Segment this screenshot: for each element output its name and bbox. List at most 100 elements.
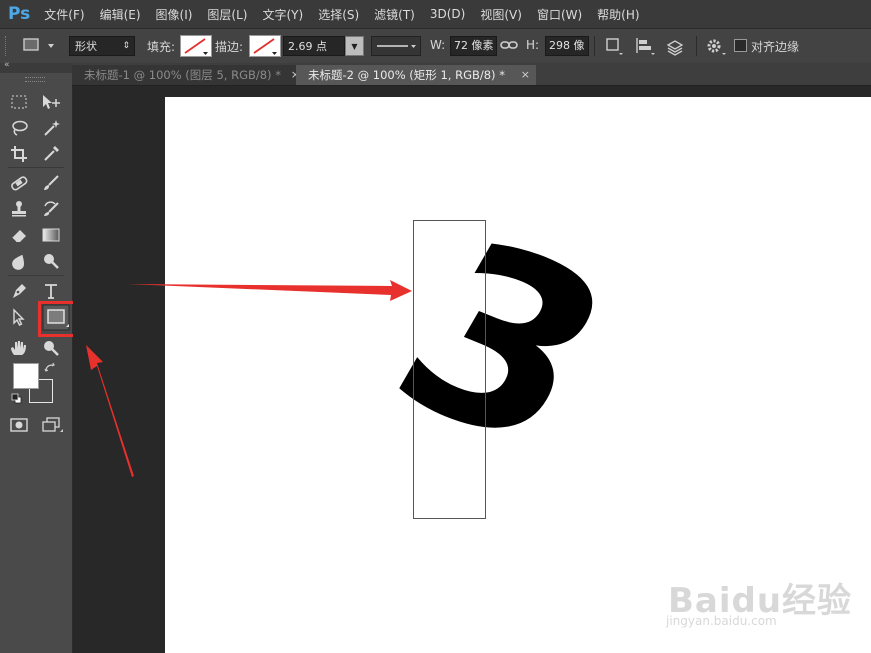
menu-type[interactable]: 文字(Y) <box>262 6 303 23</box>
type-icon <box>45 284 57 299</box>
swap-arrows-icon <box>44 362 55 372</box>
lasso-icon <box>12 120 28 136</box>
rotated-3-glyph[interactable]: 3 <box>352 188 654 502</box>
divider <box>8 275 64 276</box>
menu-file[interactable]: 文件(F) <box>44 6 84 23</box>
menu-filter[interactable]: 滤镜(T) <box>374 6 415 23</box>
stroke-width-dropdown[interactable]: ▼ <box>345 36 364 56</box>
magnifier-icon <box>44 341 59 356</box>
tools-grip[interactable] <box>25 77 45 82</box>
path-operations-button[interactable] <box>603 35 625 57</box>
history-brush-icon <box>44 201 59 216</box>
menu-3d[interactable]: 3D(D) <box>430 7 465 21</box>
link-icon <box>500 41 518 49</box>
stamp-icon <box>12 201 26 217</box>
hand-tool[interactable] <box>9 338 29 358</box>
document-tabs: 未标题-1 @ 100% (图层 5, RGB/8) * × 未标题-2 @ 1… <box>72 63 871 86</box>
dodge-icon <box>44 254 59 269</box>
path-selection-tool[interactable] <box>9 307 29 327</box>
stroke-type-select[interactable] <box>371 36 421 56</box>
brush-tool[interactable] <box>41 173 61 193</box>
tab-untitled-2[interactable]: 未标题-2 @ 100% (矩形 1, RGB/8) * × <box>296 65 536 85</box>
menu-window[interactable]: 窗口(W) <box>537 6 582 23</box>
path-operations-icon <box>606 38 623 55</box>
geometry-options-button[interactable] <box>704 35 728 57</box>
options-grip[interactable] <box>5 36 9 56</box>
foreground-color-swatch[interactable] <box>13 363 39 389</box>
healing-brush-tool[interactable] <box>9 173 29 193</box>
canvas[interactable]: 3 Baidu经验 jingyan.baidu.com <box>165 97 871 653</box>
eyedropper-tool[interactable] <box>41 144 61 164</box>
width-input[interactable]: 72 像素 <box>450 36 497 56</box>
lasso-tool[interactable] <box>9 118 29 138</box>
menu-edit[interactable]: 编辑(E) <box>100 6 141 23</box>
rect-marquee-icon <box>11 95 27 109</box>
menu-select[interactable]: 选择(S) <box>318 6 359 23</box>
align-icon <box>636 38 655 55</box>
magic-wand-tool[interactable] <box>41 118 61 138</box>
gear-icon <box>707 39 726 55</box>
no-color-icon <box>184 38 208 55</box>
watermark-url: jingyan.baidu.com <box>666 614 777 628</box>
path-alignment-button[interactable] <box>633 35 657 57</box>
move-tool[interactable] <box>41 92 61 112</box>
tab-untitled-1[interactable]: 未标题-1 @ 100% (图层 5, RGB/8) * × <box>72 65 306 85</box>
blur-tool[interactable] <box>9 251 29 271</box>
shape-mode-value: 形状 <box>75 40 97 53</box>
pen-tool[interactable] <box>9 281 29 301</box>
height-label: H: <box>526 38 540 52</box>
eraser-tool[interactable] <box>9 225 29 245</box>
height-input[interactable]: 298 像 <box>545 36 589 56</box>
brush-icon <box>44 175 59 190</box>
magic-wand-icon <box>44 120 60 136</box>
fill-label: 填充: <box>147 40 176 54</box>
divider <box>8 167 64 168</box>
tab-label: 未标题-1 @ 100% (图层 5, RGB/8) * <box>84 68 281 82</box>
divider <box>594 36 595 56</box>
clone-stamp-tool[interactable] <box>9 199 29 219</box>
screen-mode-icon <box>42 417 63 432</box>
tools-panel: « <box>0 60 80 653</box>
height-value: 298 像 <box>549 39 585 52</box>
default-colors-button[interactable] <box>11 393 23 405</box>
menu-image[interactable]: 图像(I) <box>156 6 193 23</box>
menu-view[interactable]: 视图(V) <box>480 6 522 23</box>
menu-layer[interactable]: 图层(L) <box>207 6 247 23</box>
menu-help[interactable]: 帮助(H) <box>597 6 639 23</box>
fill-swatch-button[interactable] <box>180 35 212 57</box>
screen-mode-button[interactable] <box>41 415 65 435</box>
crop-icon <box>11 146 27 162</box>
chevron-down-icon: ▼ <box>351 41 358 51</box>
marquee-tool[interactable] <box>9 92 29 112</box>
dodge-tool[interactable] <box>41 251 61 271</box>
app-logo: Ps <box>8 4 31 24</box>
tool-preset-picker[interactable] <box>18 35 58 55</box>
crop-tool[interactable] <box>9 144 29 164</box>
canvas-artwork: 3 <box>352 188 654 519</box>
tool-preset-icon <box>23 38 54 51</box>
width-value: 72 像素 <box>454 39 494 52</box>
zoom-tool[interactable] <box>41 338 61 358</box>
gradient-tool[interactable] <box>41 225 61 245</box>
quick-mask-icon <box>10 418 28 432</box>
shape-mode-select[interactable]: 形状 ⇕ <box>69 36 135 56</box>
swap-colors-button[interactable] <box>44 362 56 374</box>
eraser-icon <box>11 230 26 243</box>
eyedropper-icon <box>44 146 59 161</box>
stroke-swatch-button[interactable] <box>249 35 281 57</box>
width-label: W: <box>430 38 446 52</box>
chevron-updown-icon: ⇕ <box>122 41 130 51</box>
align-edges-checkbox[interactable] <box>734 39 747 52</box>
history-brush-tool[interactable] <box>41 199 61 219</box>
stroke-width-input[interactable]: 2.69 点 <box>283 36 345 56</box>
quick-mask-button[interactable] <box>9 415 29 435</box>
path-arrangement-button[interactable] <box>664 35 688 57</box>
link-dimensions-button[interactable] <box>499 37 519 53</box>
close-icon[interactable]: × <box>521 65 530 85</box>
tools-panel-header[interactable]: « <box>0 60 72 73</box>
default-colors-icon <box>11 393 22 404</box>
no-color-icon <box>253 38 277 55</box>
divider <box>696 36 697 56</box>
type-tool[interactable] <box>41 281 61 301</box>
bandage-icon <box>11 176 28 191</box>
